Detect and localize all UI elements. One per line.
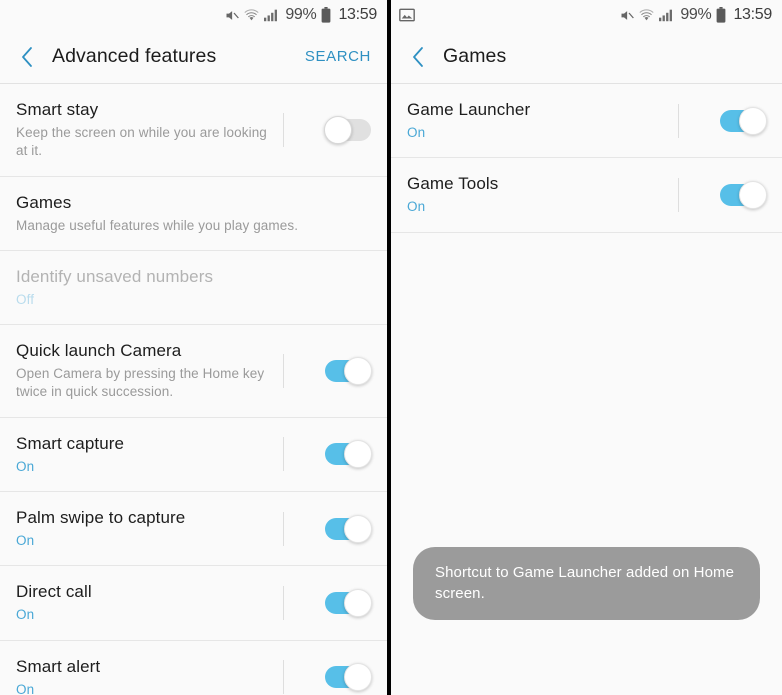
toggle-knob bbox=[344, 356, 372, 385]
list-item[interactable]: Game Launcher On bbox=[391, 84, 782, 159]
list-item-texts: Game Launcher On bbox=[407, 99, 678, 142]
toggle-knob bbox=[344, 588, 372, 617]
toggle-knob bbox=[344, 514, 372, 543]
list-item[interactable]: Direct call On bbox=[0, 566, 387, 641]
list-item-state: Off bbox=[16, 291, 35, 307]
list-item[interactable]: Smart capture On bbox=[0, 418, 387, 492]
list-item[interactable]: Smart stay Keep the screen on while you a… bbox=[0, 84, 387, 177]
list-item[interactable]: Smart alert On bbox=[0, 641, 387, 695]
list-item-texts: Direct call On bbox=[16, 581, 283, 624]
wifi-icon bbox=[244, 8, 259, 22]
toggle-switch[interactable] bbox=[325, 514, 372, 543]
list-item-texts: Smart capture On bbox=[16, 433, 283, 476]
switch-container bbox=[283, 356, 372, 385]
right-status-notifications bbox=[399, 8, 619, 22]
switch-container bbox=[678, 180, 767, 209]
list-item-state: On bbox=[407, 199, 426, 215]
switch-container bbox=[283, 514, 372, 543]
switch-container bbox=[283, 115, 371, 144]
toggle-switch[interactable] bbox=[325, 440, 372, 469]
battery-icon bbox=[321, 7, 331, 23]
list-item[interactable]: Palm swipe to capture On bbox=[0, 492, 387, 567]
list-item-title: Smart capture bbox=[16, 433, 125, 453]
list-item-texts: Smart alert On bbox=[16, 656, 283, 695]
right-phone-screen: 99% 13:59 Games Game Launcher On Game Tool… bbox=[391, 0, 782, 695]
list-item-texts: Smart stay Keep the screen on while you a… bbox=[16, 99, 283, 161]
battery-percent-label: 99% bbox=[285, 6, 317, 23]
list-item-title: Palm swipe to capture bbox=[16, 508, 186, 527]
list-item-texts: Identify unsaved numbers Off bbox=[16, 266, 371, 309]
mute-icon bbox=[619, 8, 635, 23]
toggle-knob bbox=[344, 663, 372, 692]
list-item-description: Manage useful features while you play ga… bbox=[16, 217, 299, 233]
list-item[interactable]: Quick launch Camera Open Camera by pressi… bbox=[0, 325, 387, 418]
wifi-icon bbox=[639, 8, 654, 22]
list-item-state: On bbox=[16, 681, 35, 695]
switch-container bbox=[283, 663, 372, 692]
toggle-switch[interactable] bbox=[325, 588, 372, 617]
page-title: Games bbox=[443, 45, 507, 67]
toggle-switch[interactable] bbox=[325, 663, 372, 692]
back-chevron-icon[interactable] bbox=[405, 44, 431, 70]
left-status-bar: 99% 13:59 bbox=[0, 0, 387, 30]
list-item-title: Smart alert bbox=[16, 656, 101, 676]
right-status-indicators: 99% 13:59 bbox=[619, 6, 772, 24]
list-item-texts: Game Tools On bbox=[407, 173, 678, 216]
right-app-bar: Games bbox=[391, 30, 782, 84]
list-item-state: On bbox=[16, 533, 35, 549]
left-app-bar: Advanced features SEARCH bbox=[0, 30, 387, 84]
toggle-knob bbox=[739, 106, 767, 135]
list-item-title: Game Tools bbox=[407, 174, 499, 194]
left-phone-screen: 99% 13:59 Advanced features SEARCH Smart… bbox=[0, 0, 391, 695]
battery-icon bbox=[716, 7, 726, 23]
games-list: Game Launcher On Game Tools On bbox=[391, 84, 782, 233]
toggle-knob bbox=[344, 440, 372, 469]
toggle-switch[interactable] bbox=[720, 180, 767, 209]
signal-icon bbox=[264, 8, 280, 22]
switch-container bbox=[678, 106, 767, 135]
list-item-title: Games bbox=[16, 192, 72, 212]
list-item-state: On bbox=[16, 607, 35, 623]
right-status-bar: 99% 13:59 bbox=[391, 0, 782, 30]
list-item-title: Quick launch Camera bbox=[16, 341, 182, 361]
list-item-description: Keep the screen on while you are looking… bbox=[16, 125, 267, 159]
toggle-switch[interactable] bbox=[324, 115, 371, 144]
screenshot-image-icon bbox=[399, 8, 415, 22]
list-item[interactable]: Identify unsaved numbers Off bbox=[0, 251, 387, 326]
dual-screenshot-container: 99% 13:59 Advanced features SEARCH Smart… bbox=[0, 0, 782, 695]
search-button[interactable]: SEARCH bbox=[305, 48, 371, 65]
toggle-knob bbox=[739, 180, 767, 209]
clock-label: 13:59 bbox=[733, 6, 772, 23]
left-status-indicators: 99% 13:59 bbox=[224, 6, 377, 24]
toast-message: Shortcut to Game Launcher added on Home … bbox=[413, 546, 760, 620]
switch-container bbox=[283, 588, 372, 617]
list-item-texts: Quick launch Camera Open Camera by pressi… bbox=[16, 340, 283, 402]
advanced-features-list: Smart stay Keep the screen on while you a… bbox=[0, 84, 387, 695]
toggle-switch[interactable] bbox=[325, 356, 372, 385]
list-item-state: On bbox=[16, 458, 35, 474]
page-title: Advanced features bbox=[52, 45, 217, 67]
battery-percent-label: 99% bbox=[680, 6, 712, 23]
list-item-description: Open Camera by pressing the Home key twi… bbox=[16, 366, 265, 400]
toast-text: Shortcut to Game Launcher added on Home … bbox=[435, 563, 735, 603]
list-item-title: Game Launcher bbox=[407, 100, 531, 119]
toggle-knob bbox=[324, 115, 352, 144]
list-item-texts: Palm swipe to capture On bbox=[16, 507, 283, 550]
toggle-switch[interactable] bbox=[720, 106, 767, 135]
list-item-title: Direct call bbox=[16, 582, 92, 602]
list-item-title: Smart stay bbox=[16, 100, 99, 119]
switch-container bbox=[283, 440, 372, 469]
list-item[interactable]: Games Manage useful features while you pl… bbox=[0, 177, 387, 251]
list-item-texts: Games Manage useful features while you pl… bbox=[16, 192, 371, 235]
signal-icon bbox=[659, 8, 675, 22]
mute-icon bbox=[224, 8, 240, 23]
back-chevron-icon[interactable] bbox=[14, 44, 40, 70]
list-item[interactable]: Game Tools On bbox=[391, 158, 782, 233]
clock-label: 13:59 bbox=[338, 6, 377, 23]
list-item-title: Identify unsaved numbers bbox=[16, 266, 214, 286]
list-item-state: On bbox=[407, 125, 426, 141]
